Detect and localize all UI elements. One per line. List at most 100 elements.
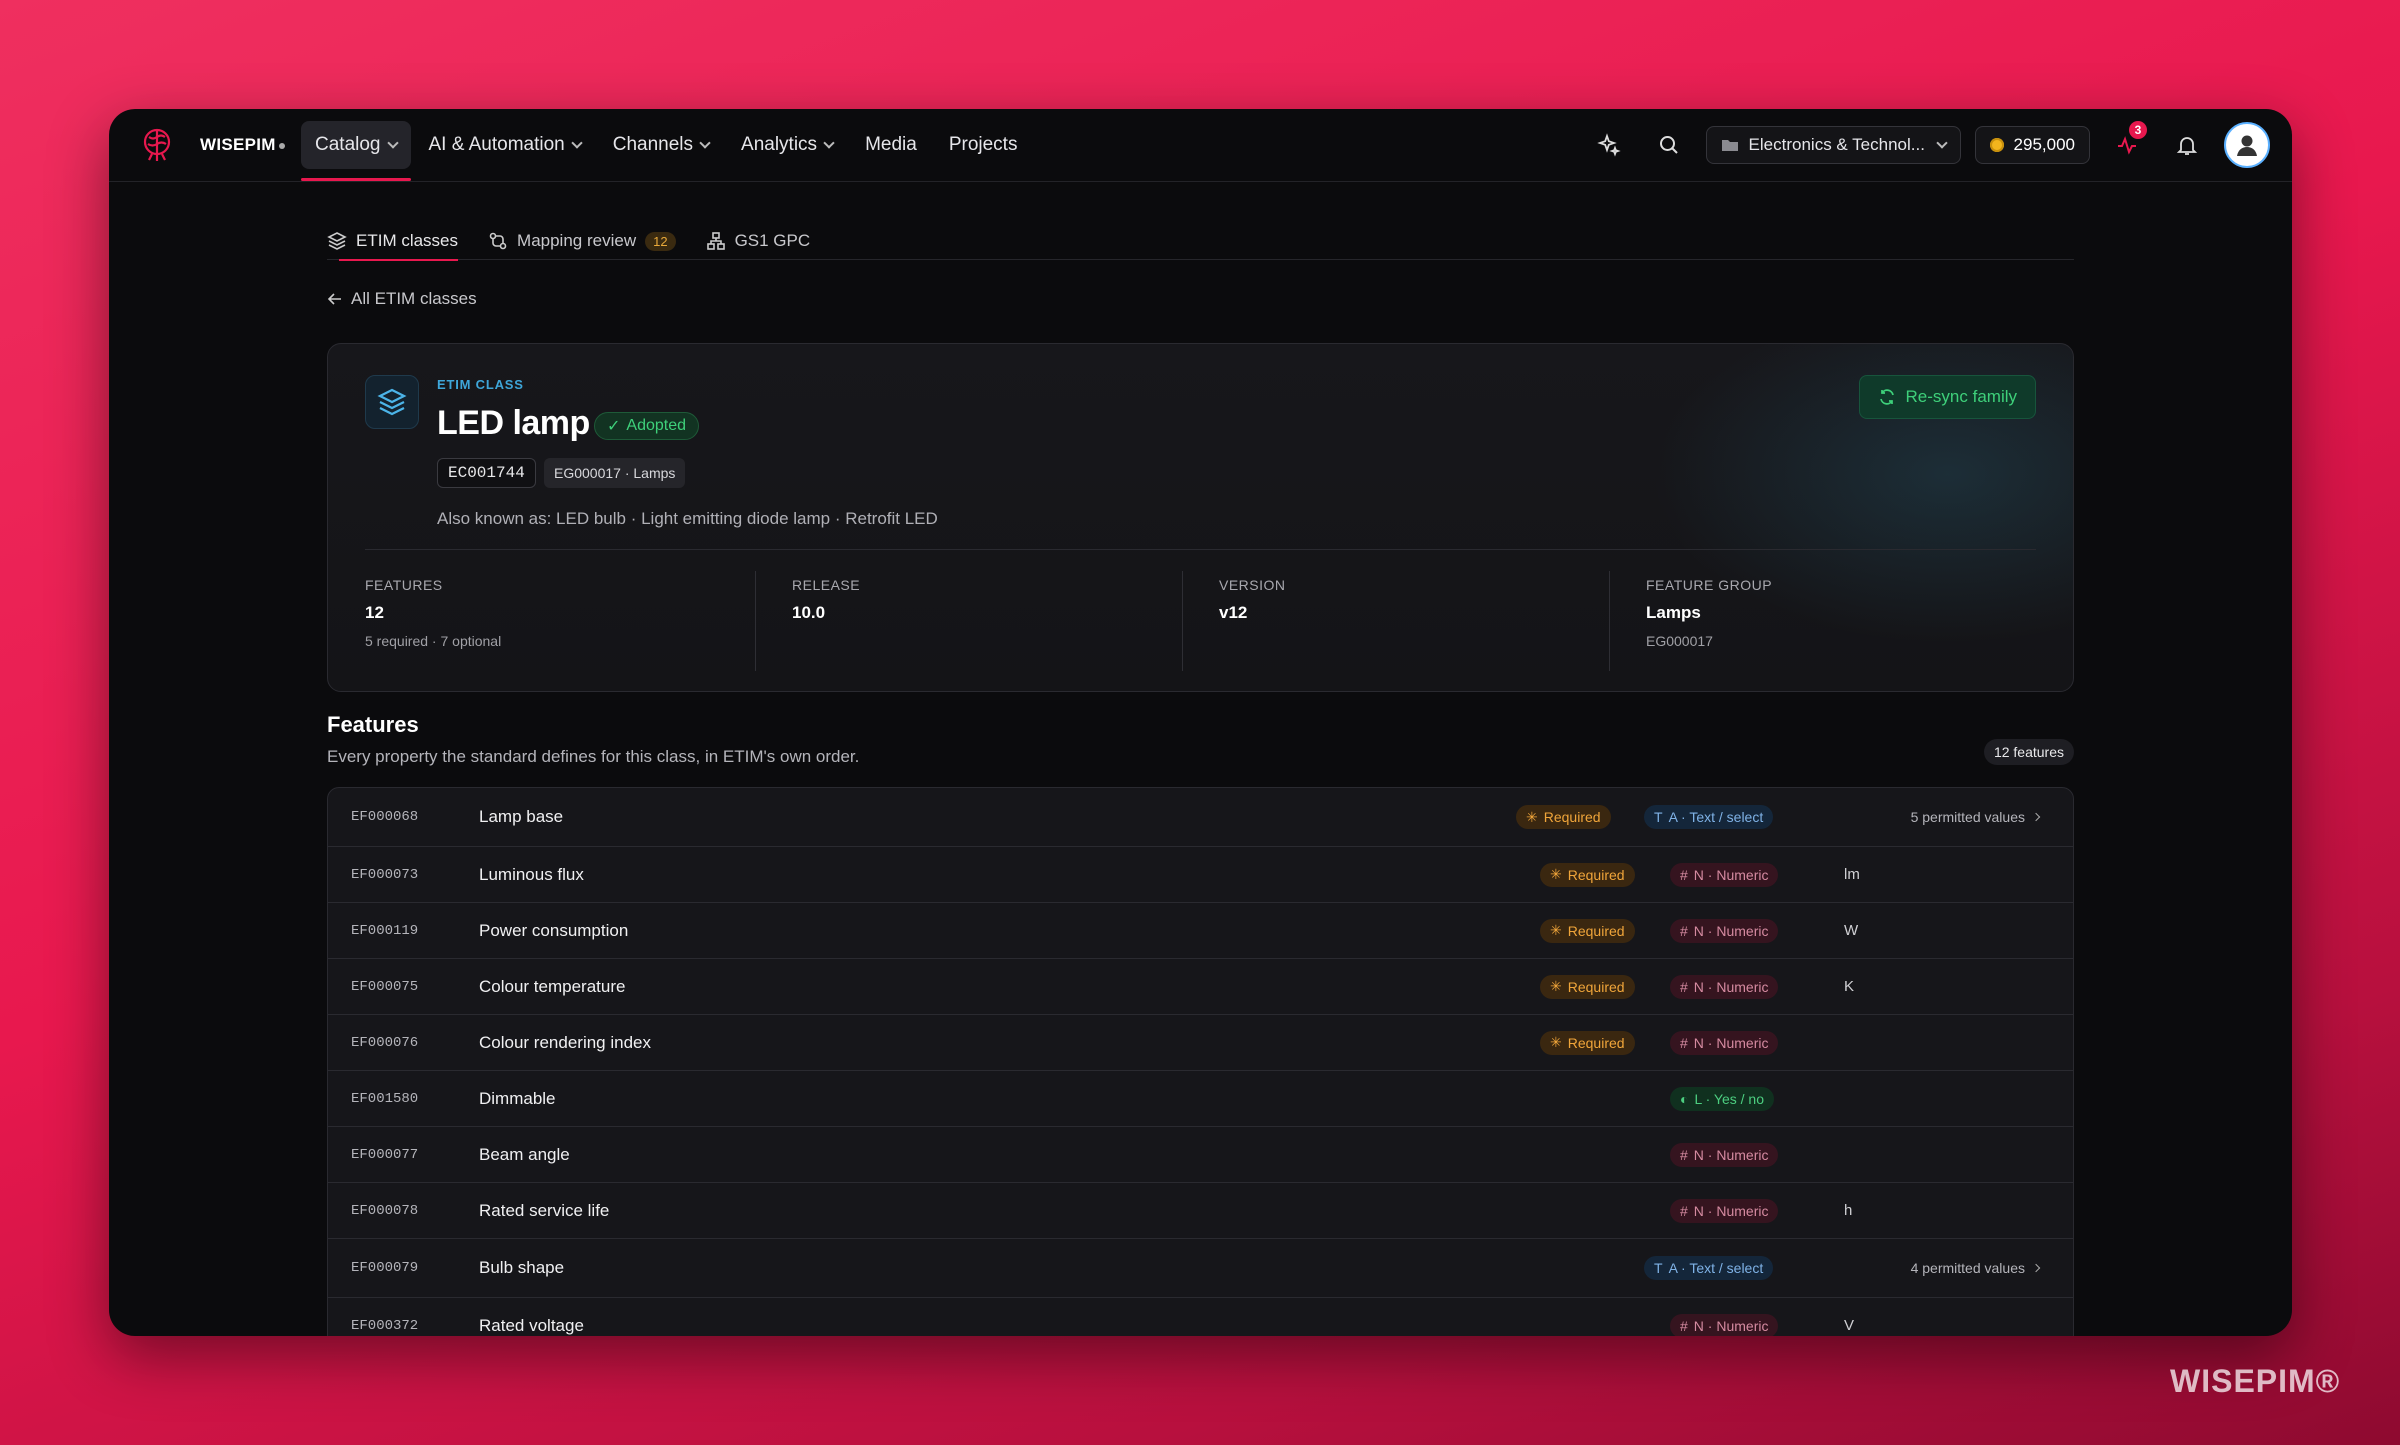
data-type-badge: # N · Numeric	[1670, 862, 1779, 887]
feature-code: EF000078	[351, 1202, 419, 1219]
coin-icon	[1989, 138, 2004, 152]
nav-catalog[interactable]: Catalog	[301, 121, 411, 181]
feature-code: EF001580	[351, 1090, 419, 1107]
hash-icon: #	[1680, 1202, 1688, 1219]
stat-feature-group: FEATURE GROUP Lamps EG000017	[1609, 571, 2036, 671]
data-type-badge: TA · Text / select	[1644, 1256, 1774, 1280]
required-badge: ✳ Required	[1540, 918, 1635, 943]
hash-icon: #	[1680, 866, 1688, 883]
class-card: ETIM CLASS LED lamp ✓ Adopted EC001744 EG…	[327, 343, 2074, 692]
feature-name: Dimmable	[479, 1088, 556, 1108]
check-icon: ✓	[607, 418, 621, 435]
feature-name: Colour rendering index	[479, 1032, 651, 1052]
feature-code: EF000076	[351, 1034, 419, 1051]
git-compare-icon	[489, 232, 507, 250]
feature-name: Beam angle	[479, 1144, 570, 1164]
data-type-badge: # N · Numeric	[1670, 1142, 1779, 1167]
search-icon[interactable]	[1646, 122, 1692, 168]
toggle-icon: ◐	[1680, 1090, 1689, 1107]
feature-name: Power consumption	[479, 920, 629, 940]
workspace-select[interactable]: Electronics & Technol...	[1705, 126, 1961, 164]
feature-code: EF000068	[351, 809, 419, 825]
required-badge: ✳ Required	[1540, 974, 1635, 999]
topbar-actions: Electronics & Technol... 295,000 3	[1572, 121, 2270, 168]
permitted-values-link[interactable]: 4 permitted values	[1911, 1260, 2041, 1276]
brand-logo-icon[interactable]	[137, 125, 177, 165]
tab-mapping-review[interactable]: Mapping review 12	[488, 222, 690, 260]
table-row[interactable]: EF000075 Colour temperature ✳ Required # N · …	[328, 959, 2073, 1015]
table-row[interactable]: EF000079 Bulb shape T A · Text / select 4 pe…	[328, 1239, 2073, 1298]
feature-unit: V	[1844, 1317, 1855, 1334]
subtabs: ETIM classes Mapping review 12 GS1 GPC	[327, 222, 2074, 261]
feature-unit: W	[1844, 922, 1859, 939]
asterisk-icon: ✳	[1550, 922, 1562, 938]
text-type-icon: T	[1654, 809, 1663, 825]
asterisk-icon: ✳	[1550, 1034, 1562, 1050]
class-code: EC001744	[437, 458, 536, 488]
text-type-icon: T	[1654, 1260, 1663, 1276]
table-row[interactable]: EF001580 Dimmable ◐ L · Yes / no	[328, 1071, 2073, 1127]
notification-count-badge: 3	[2129, 121, 2147, 139]
class-stats: FEATURES 12 5 required · 7 optional RELE…	[365, 571, 2036, 671]
feature-code: EF000372	[351, 1317, 419, 1334]
top-navigation: WISEPIM Catalog AI & Automation Channels…	[109, 109, 2292, 182]
table-row[interactable]: EF000073 Luminous flux ✳ Required # N · Numer…	[328, 847, 2073, 903]
features-table: EF000068 Lamp base ✳ Required T A · Text / se…	[327, 787, 2074, 1336]
required-badge: ✳ Required	[1540, 1030, 1635, 1055]
feature-code: EF000077	[351, 1146, 419, 1163]
feature-unit: h	[1844, 1202, 1853, 1219]
refresh-icon	[1879, 389, 1894, 405]
bell-icon[interactable]	[2164, 122, 2210, 168]
table-row[interactable]: EF000119 Power consumption ✳ Required # N · N…	[328, 903, 2073, 959]
status-badge: ✓ Adopted	[594, 412, 700, 440]
stat-features: FEATURES 12 5 required · 7 optional	[365, 577, 502, 649]
main-nav: Catalog AI & Automation Channels Analyti…	[301, 121, 1035, 181]
nav-media[interactable]: Media	[851, 121, 931, 169]
stat-release: RELEASE 10.0	[755, 571, 1182, 671]
data-type-badge: # N · Numeric	[1670, 1030, 1779, 1055]
nav-projects[interactable]: Projects	[935, 121, 1032, 169]
nav-channels[interactable]: Channels	[599, 121, 723, 169]
chevron-down-icon	[823, 136, 835, 149]
feature-code: EF000119	[351, 922, 419, 939]
asterisk-icon: ✳	[1550, 866, 1562, 882]
watermark: WISEPIM®	[2170, 1363, 2341, 1399]
back-link[interactable]: All ETIM classes	[327, 289, 477, 309]
feature-unit: lm	[1844, 866, 1860, 883]
tab-etim-classes[interactable]: ETIM classes	[327, 222, 472, 261]
class-eyebrow: ETIM CLASS	[437, 377, 524, 392]
table-row[interactable]: EF000068 Lamp base ✳ Required T A · Text / se…	[328, 788, 2073, 847]
feature-name: Rated service life	[479, 1200, 610, 1220]
table-row[interactable]: EF000078 Rated service life # N · Numeric h	[328, 1183, 2073, 1239]
user-avatar[interactable]	[2224, 122, 2270, 168]
credits-balance[interactable]: 295,000	[1974, 126, 2090, 164]
brand-name[interactable]: WISEPIM	[200, 135, 285, 155]
hash-icon: #	[1680, 922, 1688, 939]
permitted-values-link[interactable]: 5 permitted values	[1911, 809, 2041, 825]
hash-icon: #	[1680, 1317, 1688, 1334]
hash-icon: #	[1680, 1146, 1688, 1163]
table-row[interactable]: EF000076 Colour rendering index ✳ Required #…	[328, 1015, 2073, 1071]
table-row[interactable]: EF000372 Rated voltage # N · Numeric V	[328, 1298, 2073, 1336]
hash-icon: #	[1680, 978, 1688, 995]
hash-icon: #	[1680, 1034, 1688, 1051]
nav-ai-automation[interactable]: AI & Automation	[415, 121, 595, 169]
layers-icon	[327, 232, 347, 250]
resync-family-button[interactable]: Re-sync family	[1858, 375, 2036, 419]
sparkles-icon[interactable]	[1586, 122, 1632, 168]
nav-analytics[interactable]: Analytics	[727, 121, 847, 169]
chevron-right-icon	[2031, 812, 2041, 822]
feature-name: Rated voltage	[479, 1315, 584, 1335]
activity-icon[interactable]: 3	[2104, 121, 2150, 168]
folder-icon	[1721, 140, 1738, 151]
mapping-review-count: 12	[645, 231, 676, 251]
required-badge: ✳ Required	[1516, 805, 1611, 829]
chevron-down-icon	[699, 136, 711, 149]
asterisk-icon: ✳	[1526, 808, 1538, 825]
arrow-left-icon	[327, 293, 341, 305]
table-row[interactable]: EF000077 Beam angle # N · Numeric	[328, 1127, 2073, 1183]
page-title: LED lamp	[437, 404, 590, 442]
chevron-down-icon	[1935, 136, 1948, 149]
feature-unit: K	[1844, 978, 1855, 995]
tab-gs1-gpc[interactable]: GS1 GPC	[706, 222, 825, 260]
